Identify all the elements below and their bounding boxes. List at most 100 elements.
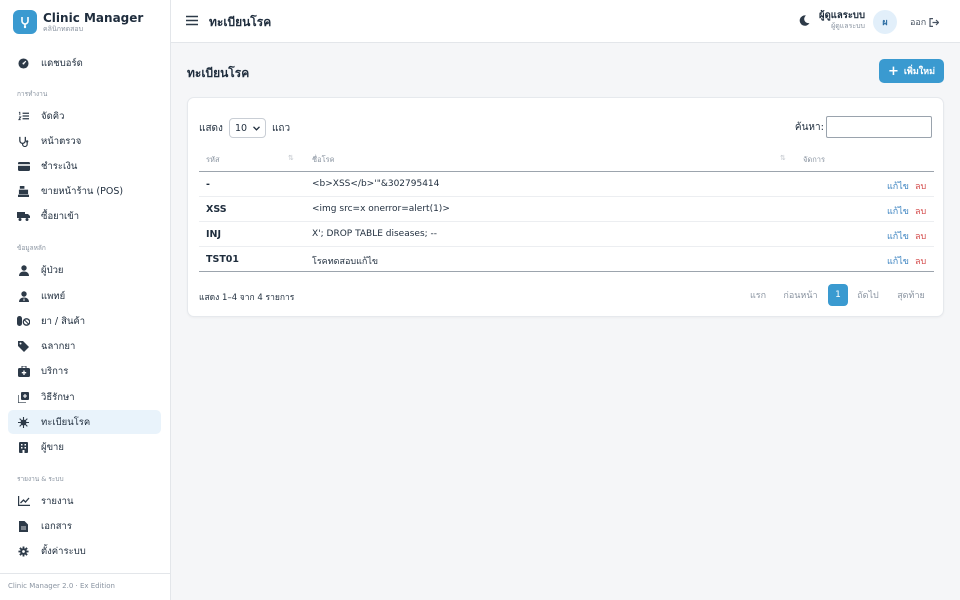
sidebar-item-label: จัดคิว <box>41 110 65 122</box>
sidebar-item-sellers[interactable]: ผู้ขาย <box>8 435 161 459</box>
sidebar-item-exam[interactable]: หน้าตรวจ <box>8 129 161 153</box>
disease-name: <b>XSS</b>'"&302795414 <box>312 179 440 189</box>
search-input[interactable] <box>826 116 932 138</box>
nav-group-reports-system: รายงาน & ระบบ <box>17 475 64 483</box>
sidebar-item-label: บริการ <box>41 365 69 377</box>
sidebar-item-label: รายงาน <box>41 495 74 507</box>
disease-code: TST01 <box>206 254 240 265</box>
pagination-previous[interactable]: ก่อนหน้า <box>780 284 821 306</box>
sidebar-item-pos[interactable]: ขายหน้าร้าน (POS) <box>8 179 161 203</box>
edit-link[interactable]: แก้ไข <box>887 179 909 193</box>
search-control: ค้นหา: <box>795 116 932 138</box>
sidebar-item-label: วิธีรักษา <box>41 391 75 403</box>
moon-icon[interactable] <box>799 15 810 26</box>
sidebar-item-doctors[interactable]: แพทย์ <box>8 284 161 308</box>
column-header-code[interactable]: รหัส <box>206 148 220 171</box>
column-header-name[interactable]: ชื่อโรค <box>312 148 335 171</box>
nav-group-operations: การทำงาน <box>17 90 48 98</box>
avatar[interactable]: ผ <box>873 10 897 34</box>
sidebar-divider <box>0 573 170 574</box>
delete-link[interactable]: ลบ <box>915 179 926 193</box>
table-row: INJ X'; DROP TABLE diseases; -- แก้ไข ลบ <box>199 222 934 247</box>
sort-icon: ⇅ <box>780 154 786 162</box>
page-title: ทะเบียนโรค <box>187 66 250 80</box>
delete-link[interactable]: ลบ <box>915 254 926 268</box>
sidebar-item-label: แพทย์ <box>41 290 66 302</box>
add-new-button[interactable]: + เพิ่มใหม่ <box>879 59 944 83</box>
sidebar-item-label: เอกสาร <box>41 520 72 532</box>
nav-group-master-data: ข้อมูลหลัก <box>17 244 46 252</box>
kit-medical-icon <box>17 365 30 378</box>
sidebar-item-label: ยา / สินค้า <box>41 315 86 327</box>
brand-subtitle: คลินิกทดสอบ <box>43 24 84 33</box>
pagination-next[interactable]: ถัดไป <box>853 284 883 306</box>
clinic-logo-icon <box>13 10 37 34</box>
disease-name: โรคทดสอบแก้ไข <box>312 257 379 267</box>
notes-medical-icon <box>17 391 30 404</box>
delete-link[interactable]: ลบ <box>915 204 926 218</box>
menu-toggle-icon[interactable] <box>186 15 198 27</box>
sidebar-item-label: หน้าตรวจ <box>41 135 82 147</box>
table-row: TST01 โรคทดสอบแก้ไข แก้ไข ลบ <box>199 247 934 272</box>
sidebar-item-diseases[interactable]: ทะเบียนโรค <box>8 410 161 434</box>
logout-button[interactable]: ออก <box>910 15 940 29</box>
sidebar-item-patients[interactable]: ผู้ป่วย <box>8 258 161 282</box>
sidebar-item-services[interactable]: บริการ <box>8 359 161 383</box>
page-length-select[interactable]: 10 <box>228 118 266 138</box>
sidebar-item-labels[interactable]: ฉลากยา <box>8 334 161 358</box>
gear-icon <box>17 545 30 558</box>
brand[interactable]: Clinic Manager คลินิกทดสอบ <box>13 9 143 35</box>
pagination-first[interactable]: แรก <box>742 284 774 306</box>
sidebar-item-label: ซื้อยาเข้า <box>41 210 80 222</box>
tag-icon <box>17 340 30 353</box>
search-label: ค้นหา: <box>794 121 824 133</box>
sidebar-item-dashboard[interactable]: แดชบอร์ด <box>8 51 161 75</box>
user-doctor-icon <box>17 290 30 303</box>
sidebar-item-queue[interactable]: จัดคิว <box>8 104 161 128</box>
user-info: ผู้ดูแลระบบ ผู้ดูแลระบบ <box>819 11 865 30</box>
page-length-control: แสดง 10 แถว <box>199 118 290 138</box>
table-row: XSS <img src=x onerror=alert(1)> แก้ไข ล… <box>199 197 934 222</box>
user-name: ผู้ดูแลระบบ <box>819 10 865 21</box>
pagination-last[interactable]: สุดท้าย <box>891 284 931 306</box>
sidebar-item-label: ชำระเงิน <box>41 160 78 172</box>
sidebar-item-products[interactable]: ยา / สินค้า <box>8 309 161 333</box>
sidebar-item-label: ผู้ขาย <box>41 441 64 453</box>
disease-code: INJ <box>206 229 222 240</box>
sidebar-footer: Clinic Manager 2.0 · Ex Edition <box>8 582 115 590</box>
delete-link[interactable]: ลบ <box>915 229 926 243</box>
edit-link[interactable]: แก้ไข <box>887 254 909 268</box>
sidebar-item-payment[interactable]: ชำระเงิน <box>8 154 161 178</box>
show-label: แสดง <box>199 122 223 134</box>
sidebar-item-label: ขายหน้าร้าน (POS) <box>41 185 124 197</box>
column-header-actions: จัดการ <box>803 154 826 164</box>
table-info: แสดง 1–4 จาก 4 รายการ <box>199 293 295 303</box>
stethoscope-icon <box>17 135 30 148</box>
sidebar-item-documents[interactable]: เอกสาร <box>8 514 161 538</box>
pagination-page-1[interactable]: 1 <box>828 284 848 306</box>
chart-line-icon <box>17 495 30 508</box>
gauge-icon <box>17 57 30 70</box>
user-icon <box>17 264 30 277</box>
logout-icon <box>929 17 940 27</box>
credit-card-icon <box>17 160 30 173</box>
truck-icon <box>17 210 30 223</box>
sidebar-item-settings[interactable]: ตั้งค่าระบบ <box>8 539 161 563</box>
topbar-title: ทะเบียนโรค <box>209 15 272 29</box>
topbar: ทะเบียนโรค ผู้ดูแลระบบ ผู้ดูแลระบบ ผ ออก <box>171 0 960 43</box>
sidebar-item-label: ผู้ป่วย <box>41 264 64 276</box>
brand-title: Clinic Manager <box>43 10 144 25</box>
user-role: ผู้ดูแลระบบ <box>831 21 865 30</box>
add-new-label: เพิ่มใหม่ <box>903 67 936 77</box>
disease-code: XSS <box>206 204 227 215</box>
virus-icon <box>17 416 30 429</box>
sidebar-item-reports[interactable]: รายงาน <box>8 489 161 513</box>
sidebar-item-label: ทะเบียนโรค <box>41 416 91 428</box>
sidebar-item-treatments[interactable]: วิธีรักษา <box>8 385 161 409</box>
sidebar-item-purchase[interactable]: ซื้อยาเข้า <box>8 204 161 228</box>
page-length-value: 10 <box>234 122 248 134</box>
edit-link[interactable]: แก้ไข <box>887 229 909 243</box>
edit-link[interactable]: แก้ไข <box>887 204 909 218</box>
sidebar: Clinic Manager คลินิกทดสอบ แดชบอร์ด การท… <box>0 0 171 600</box>
disease-name: X'; DROP TABLE diseases; -- <box>312 229 438 239</box>
